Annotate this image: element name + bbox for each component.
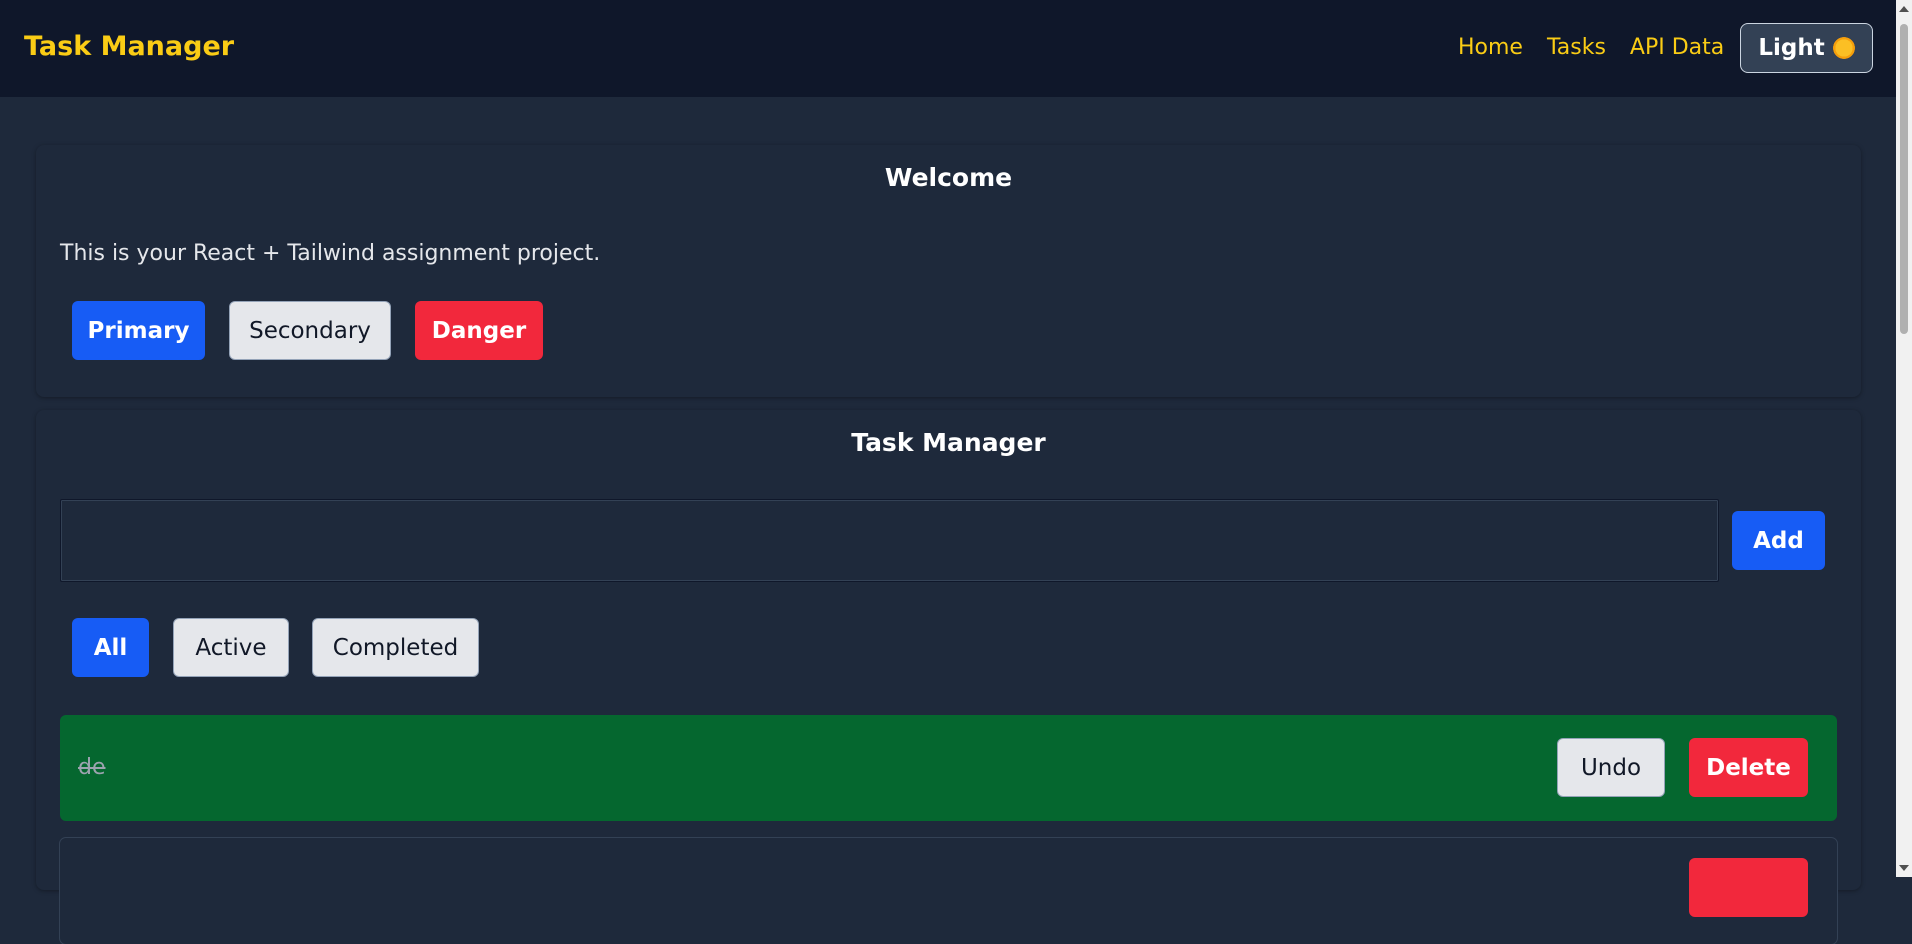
task-text[interactable]: de	[78, 755, 106, 780]
nav-link-tasks[interactable]: Tasks	[1547, 35, 1606, 60]
nav-link-api-data[interactable]: API Data	[1630, 35, 1724, 60]
add-task-button[interactable]: Add	[1732, 511, 1825, 570]
delete-button[interactable]: Delete	[1689, 738, 1808, 797]
task-manager-title: Task Manager	[851, 428, 1046, 457]
primary-button[interactable]: Primary	[72, 301, 205, 360]
welcome-card: Welcome This is your React + Tailwind as…	[36, 145, 1861, 397]
page-scrollbar[interactable]	[1896, 0, 1912, 877]
sun-icon	[1832, 37, 1855, 59]
task-input[interactable]	[60, 499, 1719, 582]
nav-links: Home Tasks API Data	[1458, 35, 1748, 60]
welcome-text: This is your React + Tailwind assignment…	[60, 241, 601, 266]
task-item: de Undo Delete	[60, 715, 1837, 821]
scroll-up-icon[interactable]	[1899, 6, 1909, 12]
undo-button[interactable]: Undo	[1557, 738, 1665, 797]
delete-button[interactable]	[1689, 858, 1808, 917]
filter-active-button[interactable]: Active	[173, 618, 289, 677]
filter-completed-button[interactable]: Completed	[312, 618, 479, 677]
theme-toggle-button[interactable]: Light	[1740, 23, 1873, 73]
danger-button[interactable]: Danger	[415, 301, 543, 360]
scroll-down-icon[interactable]	[1899, 865, 1909, 871]
task-item	[60, 838, 1837, 944]
theme-toggle-label: Light	[1758, 35, 1825, 61]
task-manager-card: Task Manager Add All Active Completed de…	[36, 410, 1861, 944]
welcome-title: Welcome	[884, 163, 1013, 192]
scroll-thumb[interactable]	[1900, 24, 1908, 334]
brand-title[interactable]: Task Manager	[24, 31, 234, 62]
filter-all-button[interactable]: All	[72, 618, 149, 677]
secondary-button[interactable]: Secondary	[229, 301, 391, 360]
navbar: Task Manager Home Tasks API Data Light	[0, 0, 1896, 97]
nav-link-home[interactable]: Home	[1458, 35, 1523, 60]
